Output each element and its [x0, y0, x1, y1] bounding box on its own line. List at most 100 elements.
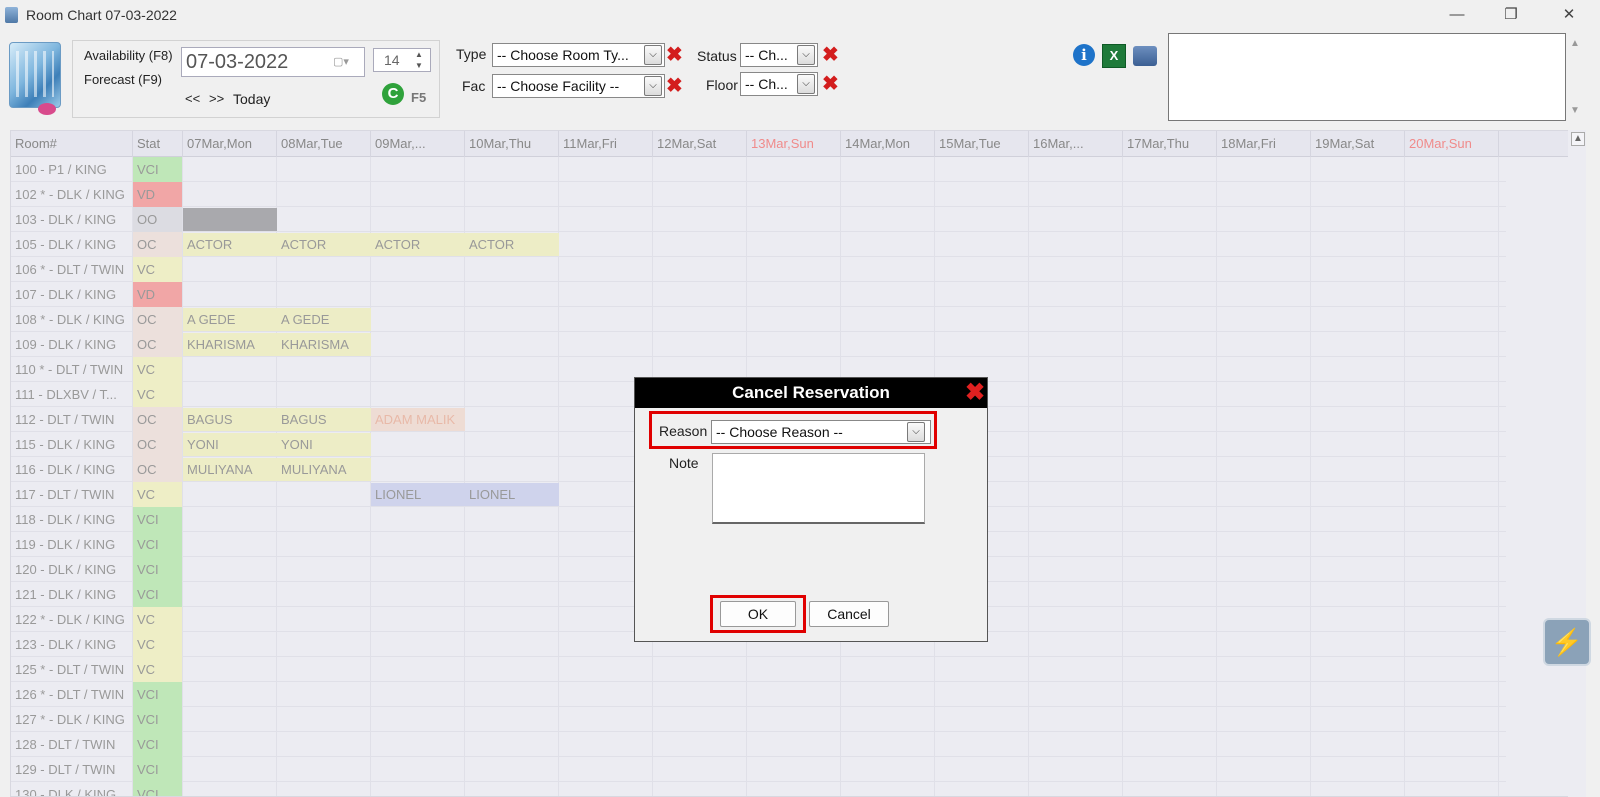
day-cell[interactable] [1405, 457, 1499, 482]
day-cell[interactable] [559, 182, 653, 207]
day-cell[interactable] [465, 257, 559, 282]
day-cell[interactable] [841, 332, 935, 357]
day-cell[interactable] [1029, 757, 1123, 782]
day-cell[interactable] [559, 657, 653, 682]
room-number-cell[interactable]: 115 - DLK / KING [11, 432, 133, 457]
room-number-cell[interactable]: 129 - DLT / TWIN [11, 757, 133, 782]
reservation-block[interactable]: MULIYANA [277, 458, 371, 481]
day-cell[interactable] [371, 582, 465, 607]
day-cell[interactable] [277, 732, 371, 757]
day-cell[interactable] [653, 182, 747, 207]
status-cell[interactable]: VD [133, 182, 183, 207]
day-cell[interactable] [1405, 707, 1499, 732]
day-cell[interactable] [559, 257, 653, 282]
day-cell[interactable] [371, 382, 465, 407]
day-cell[interactable] [747, 257, 841, 282]
prev-button[interactable]: << [185, 91, 200, 106]
day-cell[interactable] [935, 282, 1029, 307]
day-cell[interactable] [371, 332, 465, 357]
room-number-cell[interactable]: 120 - DLK / KING [11, 557, 133, 582]
reservation-block[interactable]: KHARISMA [277, 333, 371, 356]
facility-select[interactable]: -- Choose Facility -- [492, 74, 665, 98]
reservation-block[interactable]: A GEDE [277, 308, 371, 331]
status-cell[interactable]: OC [133, 407, 183, 432]
day-cell[interactable] [747, 282, 841, 307]
day-cell[interactable] [1217, 232, 1311, 257]
day-cell[interactable] [183, 607, 277, 632]
day-cell[interactable] [935, 182, 1029, 207]
day-cell[interactable] [1029, 407, 1123, 432]
day-cell[interactable] [465, 757, 559, 782]
day-cell[interactable] [465, 557, 559, 582]
day-cell[interactable] [1029, 557, 1123, 582]
room-number-cell[interactable]: 108 * - DLK / KING [11, 307, 133, 332]
day-cell[interactable] [841, 257, 935, 282]
day-cell[interactable] [183, 507, 277, 532]
day-cell[interactable] [183, 482, 277, 507]
day-cell[interactable] [371, 732, 465, 757]
day-cell[interactable] [935, 157, 1029, 182]
day-cell[interactable] [371, 632, 465, 657]
day-cell[interactable] [1311, 482, 1405, 507]
day-cell[interactable] [1311, 357, 1405, 382]
day-cell[interactable] [1029, 532, 1123, 557]
day-cell[interactable] [465, 332, 559, 357]
day-cell[interactable] [1311, 332, 1405, 357]
day-cell[interactable] [1311, 657, 1405, 682]
day-cell[interactable] [1123, 607, 1217, 632]
table-row[interactable]: 102 * - DLK / KING VD [11, 182, 1506, 207]
room-number-cell[interactable]: 100 - P1 / KING [11, 157, 133, 182]
day-cell[interactable] [183, 582, 277, 607]
day-cell[interactable] [277, 607, 371, 632]
day-cell[interactable] [277, 257, 371, 282]
day-cell[interactable] [1405, 432, 1499, 457]
day-cell[interactable] [935, 332, 1029, 357]
day-cell[interactable] [1217, 307, 1311, 332]
day-cell[interactable] [1405, 207, 1499, 232]
clear-facility-icon[interactable]: ✖ [666, 76, 683, 96]
day-cell[interactable] [747, 682, 841, 707]
day-cell[interactable] [1311, 582, 1405, 607]
day-cell[interactable] [1405, 782, 1499, 796]
day-cell[interactable] [1123, 457, 1217, 482]
day-cell[interactable] [1217, 257, 1311, 282]
day-cell[interactable] [1123, 782, 1217, 796]
day-cell[interactable] [1029, 182, 1123, 207]
day-cell[interactable] [1029, 157, 1123, 182]
day-cell[interactable] [465, 357, 559, 382]
status-cell[interactable]: VC [133, 482, 183, 507]
clear-status-icon[interactable]: ✖ [822, 45, 839, 65]
day-cell[interactable] [653, 307, 747, 332]
day-cell[interactable] [1405, 632, 1499, 657]
day-cell[interactable] [747, 182, 841, 207]
reservation-block[interactable]: MULIYANA [183, 458, 277, 481]
day-cell[interactable] [841, 157, 935, 182]
day-cell[interactable] [183, 632, 277, 657]
day-cell[interactable] [1311, 407, 1405, 432]
minimize-button[interactable]: — [1437, 4, 1477, 26]
room-number-cell[interactable]: 122 * - DLK / KING [11, 607, 133, 632]
day-cell[interactable] [1217, 457, 1311, 482]
day-cell[interactable] [747, 757, 841, 782]
day-cell[interactable] [465, 507, 559, 532]
grid-scrollbar[interactable] [1568, 130, 1586, 797]
status-cell[interactable]: VCI [133, 532, 183, 557]
day-cell[interactable] [371, 307, 465, 332]
day-cell[interactable] [277, 507, 371, 532]
day-cell[interactable] [559, 707, 653, 732]
day-cell[interactable] [465, 407, 559, 432]
day-cell[interactable] [1217, 357, 1311, 382]
reservation-block[interactable]: BAGUS [183, 408, 277, 431]
day-cell[interactable] [747, 732, 841, 757]
day-cell[interactable] [841, 307, 935, 332]
day-cell[interactable] [935, 682, 1029, 707]
day-cell[interactable] [1123, 257, 1217, 282]
day-cell[interactable] [559, 207, 653, 232]
clear-type-icon[interactable]: ✖ [666, 45, 683, 65]
day-cell[interactable] [1311, 607, 1405, 632]
day-cell[interactable] [935, 257, 1029, 282]
day-cell[interactable] [1029, 357, 1123, 382]
reservation-block[interactable]: LIONEL [465, 483, 559, 506]
day-cell[interactable] [371, 432, 465, 457]
day-cell[interactable] [183, 782, 277, 796]
